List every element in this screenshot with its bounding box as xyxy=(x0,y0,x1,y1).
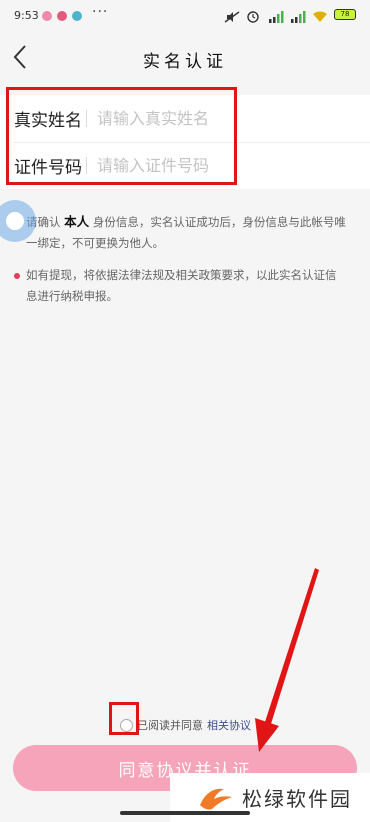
notice-text: 如有提现，将依据法律法规及相关政策要求，以此实名认证信 xyxy=(26,268,337,282)
notice-text: 息进行纳税申报。 xyxy=(26,289,118,303)
status-time: 9:53 xyxy=(14,9,39,22)
notice-text: 身份信息，实名认证成功后，身份信息与此帐号唯 xyxy=(92,215,346,229)
bullet-dot-icon xyxy=(14,273,20,279)
more-notifications-icon: ··· xyxy=(92,4,109,20)
annotation-highlight-box xyxy=(109,702,139,735)
agreement-row: 已阅读并同意 相关协议 xyxy=(120,715,251,735)
page-title: 实名认证 xyxy=(143,52,227,72)
signal-icon xyxy=(268,8,284,23)
alarm-icon xyxy=(246,8,262,23)
watermark-logo-icon xyxy=(200,788,232,809)
app-notification-icon xyxy=(57,11,67,21)
status-bar: 9:53 ··· 78 xyxy=(0,0,370,34)
notice-identity: 请确认 本人 身份信息，实名认证成功后，身份信息与此帐号唯 一绑定，不可更换为他… xyxy=(26,211,356,254)
wifi-icon xyxy=(312,8,328,22)
signal-icon xyxy=(290,8,306,23)
watermark-text: 松绿软件园 xyxy=(242,787,352,811)
annotation-highlight-box xyxy=(6,87,237,185)
notice-text: 一绑定，不可更换为他人。 xyxy=(26,236,164,250)
agreement-link[interactable]: 相关协议 xyxy=(207,717,251,733)
app-notification-icon xyxy=(42,11,52,21)
notice-tax: 如有提现，将依据法律法规及相关政策要求，以此实名认证信 息进行纳税申报。 xyxy=(26,265,356,307)
battery-icon: 78 xyxy=(334,8,356,20)
home-indicator xyxy=(120,811,250,815)
mute-icon xyxy=(224,8,240,23)
nav-bar: 实名认证 xyxy=(0,34,370,80)
app-notification-icon xyxy=(72,11,82,21)
agreement-text: 已阅读并同意 xyxy=(137,719,203,732)
notice-emphasis: 本人 xyxy=(64,214,90,229)
